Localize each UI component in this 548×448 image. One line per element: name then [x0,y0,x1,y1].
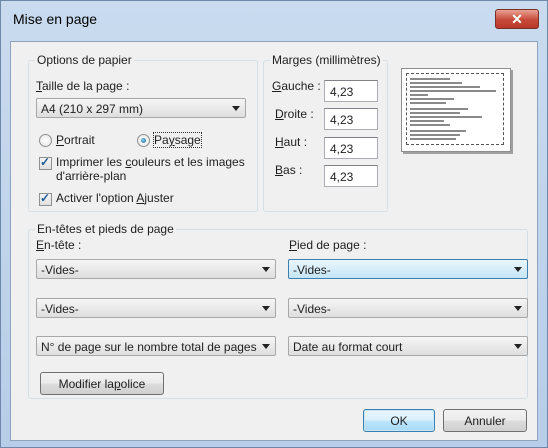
chevron-down-icon [262,344,270,349]
margin-bottom-input[interactable]: 4,23 [324,165,378,187]
portrait-radio[interactable] [39,134,52,147]
footer-label: Pied de page : [289,238,367,252]
header-left-select[interactable]: -Vides- [36,259,276,279]
footer-center-value: -Vides- [293,302,331,316]
footer-right-value: Date au format court [293,340,403,354]
margin-left-label: Gauche : [272,79,321,93]
chevron-down-icon [514,267,522,272]
footer-left-select[interactable]: -Vides- [288,259,528,279]
close-button[interactable]: ✕ [495,9,539,29]
header-right-value: N° de page sur le nombre total de pages [41,340,257,354]
checkmark-icon: ✓ [40,155,51,169]
preview-line [410,86,480,88]
preview-margin-box [406,73,504,145]
dialog-title: Mise en page [13,11,98,27]
page-size-value: A4 (210 x 297 mm) [41,102,144,116]
title-bar[interactable]: Mise en page ✕ [1,1,547,35]
portrait-label[interactable]: Portrait [56,133,95,147]
margin-top-label: Haut : [275,135,308,149]
shrink-to-fit-label[interactable]: Activer l'option Ajuster [56,191,174,205]
paper-options-legend: Options de papier [35,53,134,67]
margin-top-input[interactable]: 4,23 [324,137,378,159]
landscape-radio[interactable] [137,134,150,147]
footer-center-select[interactable]: -Vides- [288,298,528,318]
chevron-down-icon [232,106,240,111]
preview-line [410,90,496,92]
cancel-button[interactable]: Annuler [443,409,527,432]
preview-line [410,138,456,140]
page-preview [401,68,511,152]
preview-line [410,116,482,118]
headers-footers-legend: En-têtes et pieds de page [35,222,176,236]
shrink-to-fit-checkbox[interactable]: ✓ [39,191,52,206]
preview-line [410,78,450,80]
header-label: En-tête : [36,238,82,252]
landscape-label[interactable]: Paysage [153,132,202,148]
preview-line [410,134,460,136]
page-size-label: Taille de la page : [36,79,130,93]
change-font-button[interactable]: Modifier la p olice [40,372,164,395]
margin-right-input[interactable]: 4,23 [324,108,378,130]
header-left-value: -Vides- [41,263,79,277]
footer-right-select[interactable]: Date au format court [288,336,528,356]
preview-line [410,108,468,110]
page-setup-dialog: Mise en page ✕ Options de papier Taille … [0,0,548,448]
close-icon: ✕ [511,10,523,27]
dialog-client-area: Options de papier Taille de la page : A4… [10,41,538,441]
print-background-label[interactable]: Imprimer les couleurs et les images [56,155,245,169]
margin-right-label: Droite : [275,107,314,121]
preview-line [410,120,444,122]
header-center-select[interactable]: -Vides- [36,298,276,318]
header-center-value: -Vides- [41,302,79,316]
page-size-select[interactable]: A4 (210 x 297 mm) [36,98,246,118]
header-right-select[interactable]: N° de page sur le nombre total de pages [36,336,276,356]
margin-bottom-label: Bas : [275,163,303,177]
margin-left-input[interactable]: 4,23 [324,80,378,102]
preview-line [410,102,446,104]
chevron-down-icon [262,267,270,272]
preview-line [410,112,460,114]
preview-line [410,82,462,84]
checkmark-icon: ✓ [40,191,51,205]
margins-legend: Marges (millimètres) [270,53,383,67]
print-background-label-line2: d'arrière-plan [56,169,127,183]
preview-line [410,98,454,100]
print-background-checkbox[interactable]: ✓ [39,155,52,170]
chevron-down-icon [514,306,522,311]
preview-line [410,124,450,126]
chevron-down-icon [262,306,270,311]
chevron-down-icon [514,344,522,349]
preview-line [410,94,428,96]
preview-line [410,130,466,132]
footer-left-value: -Vides- [293,263,331,277]
ok-button[interactable]: OK [363,409,435,432]
